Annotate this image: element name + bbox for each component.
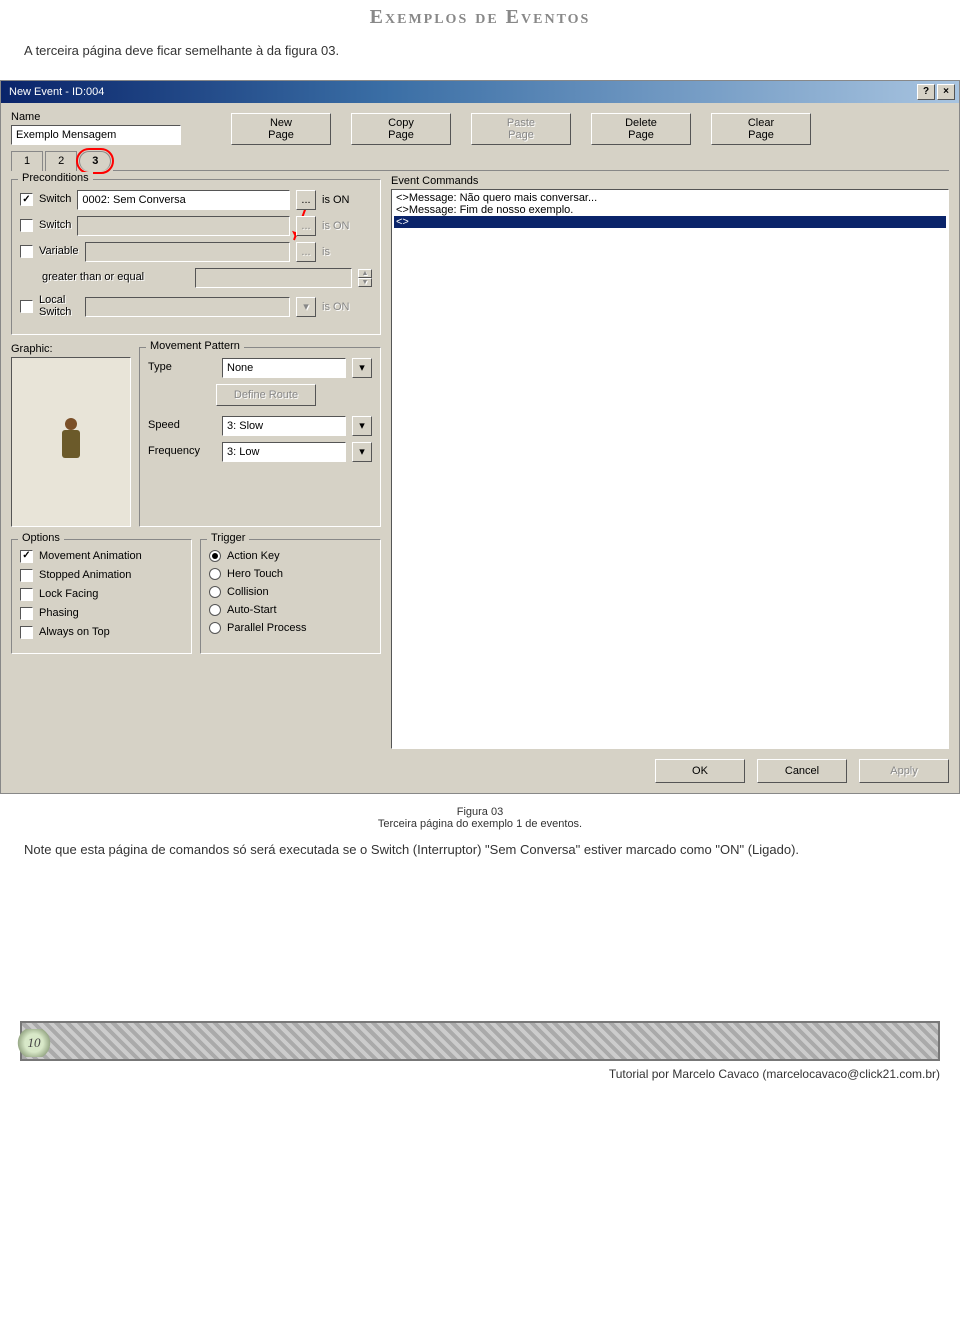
name-input[interactable] <box>11 125 181 145</box>
close-button[interactable]: × <box>937 84 955 100</box>
page-footer: 10 Tutorial por Marcelo Cavaco (marceloc… <box>0 1021 960 1101</box>
event-command-line[interactable]: <>Message: Não quero mais conversar... <box>394 192 946 204</box>
window-title: New Event - ID:004 <box>5 86 915 98</box>
opt-stopped-animation-label: Stopped Animation <box>39 569 131 581</box>
opt-always-on-top-checkbox[interactable] <box>20 626 33 639</box>
opt-phasing-label: Phasing <box>39 607 79 619</box>
options-legend: Options <box>18 532 64 544</box>
options-group: Options Movement Animation Stopped Anima… <box>11 539 192 654</box>
speed-select[interactable] <box>222 416 346 436</box>
footer-credit: Tutorial por Marcelo Cavaco (marcelocava… <box>20 1067 940 1081</box>
move-type-label: Type <box>148 361 216 373</box>
variable-field[interactable] <box>85 242 290 262</box>
tab-2[interactable]: 2 <box>45 151 77 171</box>
define-route-button[interactable]: Define Route <box>216 384 316 406</box>
character-sprite-icon <box>57 418 85 466</box>
ok-button[interactable]: OK <box>655 759 745 783</box>
clear-page-button[interactable]: Clear Page <box>711 113 811 145</box>
switch2-browse-button[interactable]: ... <box>296 216 316 236</box>
caption-line1: Figura 03 <box>0 806 960 818</box>
switch2-field[interactable] <box>77 216 290 236</box>
switch1-field[interactable] <box>77 190 290 210</box>
speed-dropdown-icon[interactable]: ▾ <box>352 416 372 436</box>
switch2-checkbox[interactable] <box>20 219 33 232</box>
variable-browse-button[interactable]: ... <box>296 242 316 262</box>
opt-lock-facing-label: Lock Facing <box>39 588 98 600</box>
opt-movement-animation-checkbox[interactable] <box>20 550 33 563</box>
graphic-label: Graphic: <box>11 343 131 355</box>
event-command-line[interactable]: <> <box>394 216 946 228</box>
switch1-label: Switch <box>39 193 71 205</box>
trigger-hero-touch-label: Hero Touch <box>227 568 283 580</box>
preconditions-legend: Preconditions <box>18 172 93 184</box>
trigger-auto-start-radio[interactable] <box>209 604 221 616</box>
local-switch-field[interactable] <box>85 297 290 317</box>
titlebar: New Event - ID:004 ? × <box>1 81 959 103</box>
help-button[interactable]: ? <box>917 84 935 100</box>
switch1-state: is ON <box>322 194 372 206</box>
graphic-preview[interactable] <box>11 357 131 527</box>
opt-always-on-top-label: Always on Top <box>39 626 110 638</box>
frequency-label: Frequency <box>148 445 216 457</box>
variable-spinner[interactable]: ▲▼ <box>358 269 372 287</box>
tab-1[interactable]: 1 <box>11 151 43 171</box>
trigger-parallel-radio[interactable] <box>209 622 221 634</box>
trigger-hero-touch-radio[interactable] <box>209 568 221 580</box>
move-type-select[interactable] <box>222 358 346 378</box>
trigger-action-key-label: Action Key <box>227 550 280 562</box>
paste-page-button[interactable]: Paste Page <box>471 113 571 145</box>
opt-phasing-checkbox[interactable] <box>20 607 33 620</box>
footer-decoration: 10 <box>20 1021 940 1061</box>
switch1-checkbox[interactable] <box>20 193 33 206</box>
event-command-line[interactable]: <>Message: Fim de nosso exemplo. <box>394 204 946 216</box>
trigger-parallel-label: Parallel Process <box>227 622 306 634</box>
trigger-collision-label: Collision <box>227 586 269 598</box>
new-page-button[interactable]: New Page <box>231 113 331 145</box>
page-title: Exemplos de Eventos <box>370 6 591 28</box>
variable-label: Variable <box>39 245 79 257</box>
variable-compare-value[interactable] <box>195 268 352 288</box>
opt-stopped-animation-checkbox[interactable] <box>20 569 33 582</box>
page-tabs: 1 2 3 <box>11 151 949 171</box>
variable-compare-label: greater than or equal <box>42 271 189 283</box>
trigger-legend: Trigger <box>207 532 249 544</box>
page-heading: Exemplos de Eventos <box>0 6 960 29</box>
trigger-group: Trigger Action Key Hero Touch Collision … <box>200 539 381 654</box>
trigger-collision-radio[interactable] <box>209 586 221 598</box>
event-editor-window: New Event - ID:004 ? × Name New Page Cop… <box>0 80 960 794</box>
copy-page-button[interactable]: Copy Page <box>351 113 451 145</box>
trigger-auto-start-label: Auto-Start <box>227 604 277 616</box>
preconditions-group: Preconditions Switch ... is ON Switch ..… <box>11 179 381 335</box>
local-switch-checkbox[interactable] <box>20 300 33 313</box>
apply-button[interactable]: Apply <box>859 759 949 783</box>
trigger-action-key-radio[interactable] <box>209 550 221 562</box>
event-commands-label: Event Commands <box>391 175 949 187</box>
movement-legend: Movement Pattern <box>146 340 244 352</box>
local-switch-dropdown-icon[interactable]: ▾ <box>296 297 316 317</box>
variable-state: is <box>322 246 372 258</box>
frequency-dropdown-icon[interactable]: ▾ <box>352 442 372 462</box>
movement-pattern-group: Movement Pattern Type ▾ Define Route Spe… <box>139 347 381 527</box>
switch2-state: is ON <box>322 220 372 232</box>
intro-paragraph: A terceira página deve ficar semelhante … <box>24 41 936 62</box>
page-number: 10 <box>16 1029 52 1057</box>
event-commands-list[interactable]: <>Message: Não quero mais conversar... <… <box>391 189 949 749</box>
local-switch-label: Local Switch <box>39 294 79 318</box>
move-type-dropdown-icon[interactable]: ▾ <box>352 358 372 378</box>
switch2-label: Switch <box>39 219 71 231</box>
delete-page-button[interactable]: Delete Page <box>591 113 691 145</box>
name-label: Name <box>11 111 181 123</box>
tab-3[interactable]: 3 <box>79 151 111 171</box>
cancel-button[interactable]: Cancel <box>757 759 847 783</box>
caption-line2: Terceira página do exemplo 1 de eventos. <box>0 818 960 830</box>
variable-checkbox[interactable] <box>20 245 33 258</box>
opt-lock-facing-checkbox[interactable] <box>20 588 33 601</box>
frequency-select[interactable] <box>222 442 346 462</box>
switch1-browse-button[interactable]: ... <box>296 190 316 210</box>
outro-paragraph: Note que esta página de comandos só será… <box>24 840 936 861</box>
local-switch-state: is ON <box>322 301 372 313</box>
figure-caption: Figura 03 Terceira página do exemplo 1 d… <box>0 806 960 830</box>
opt-movement-animation-label: Movement Animation <box>39 550 142 562</box>
speed-label: Speed <box>148 419 216 431</box>
